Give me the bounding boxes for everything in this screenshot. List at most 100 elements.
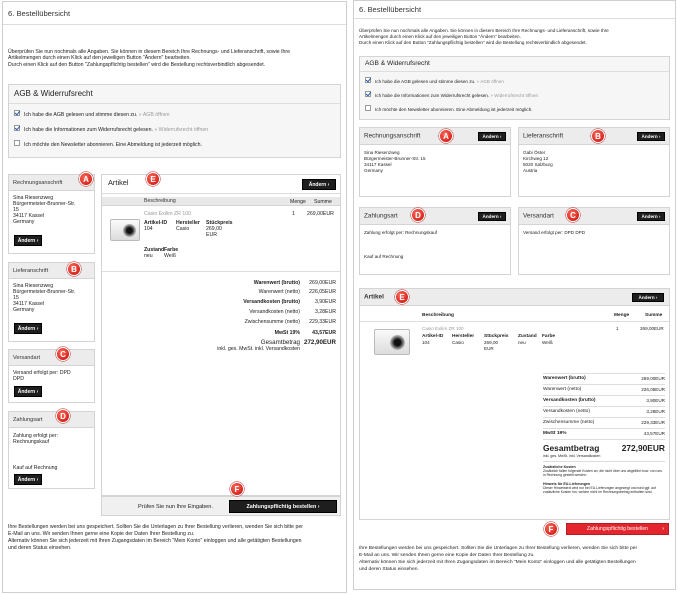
divider <box>102 271 340 272</box>
total-value: 43,57EUR <box>643 431 665 436</box>
address-line: Bürgermeister-Brunner-Str. <box>13 201 76 207</box>
agb-title: AGB & Widerrufsrecht <box>14 89 93 98</box>
grand-total-label: Gesamtbetrag <box>543 443 600 453</box>
total-value: 3,90EUR <box>314 299 336 305</box>
withdrawal-link[interactable]: » Widerrufsrecht öffnen <box>490 93 538 98</box>
agb-label: Ich habe die AGB gelesen und stimme dies… <box>24 112 170 118</box>
change-billing-button[interactable]: Ändern › <box>14 235 42 246</box>
agb-checkbox[interactable] <box>14 110 20 116</box>
shipping-method-text: Versand erfolgt per: DPD DPD <box>523 230 586 235</box>
col-sum: Summe <box>314 199 332 205</box>
total-value: 43,57EUR <box>312 330 336 336</box>
attr-value: 104 <box>144 226 153 232</box>
badge-c: C <box>566 208 580 222</box>
footer-line: Ihre Bestellungen werden bei uns gespeic… <box>359 546 638 551</box>
agb-checkbox[interactable] <box>365 77 371 83</box>
change-shipping-button[interactable]: Ändern › <box>14 323 42 334</box>
payment-text: Rechnungskauf <box>13 439 50 445</box>
divider <box>360 321 669 322</box>
total-value: 3,28EUR <box>646 409 665 414</box>
order-summary-panel-right: 6. Bestellübersicht Überprüfen Sie nun n… <box>353 0 676 590</box>
total-value: 229,33EUR <box>641 420 665 425</box>
badge-c: C <box>56 347 70 361</box>
page-title: 6. Bestellübersicht <box>359 5 422 14</box>
newsletter-label: Ich möchte den Newsletter abonnieren. Ei… <box>375 107 533 112</box>
payment-note: Kauf auf Rechnung <box>13 465 58 471</box>
change-shipping-button[interactable]: Ändern › <box>637 132 665 141</box>
article-sum: 269,00EUR <box>640 326 664 331</box>
divider <box>354 18 675 19</box>
change-shipping-method-button[interactable]: Ändern › <box>637 212 665 221</box>
address-line: Bürgermeister-Brunner-Str. <box>13 289 76 295</box>
change-payment-button[interactable]: Ändern › <box>14 474 42 485</box>
payment-method-box: Zahlungsart Zahlung erfolgt per: Rechnun… <box>8 411 95 489</box>
withdrawal-checkbox[interactable] <box>14 125 20 131</box>
footer-line: E-Mail an uns. Wir senden Ihnen gerne ei… <box>359 553 535 558</box>
attr-value: Weiß <box>542 340 553 345</box>
total-value: 229,33EUR <box>309 319 336 325</box>
total-value: 226,05EUR <box>309 289 336 295</box>
agb-label: Ich habe die AGB gelesen und stimme dies… <box>375 79 504 84</box>
total-value: 269,00EUR <box>309 280 336 286</box>
change-shipping-method-button[interactable]: Ändern › <box>14 386 42 397</box>
col-qty: Menge <box>290 199 306 205</box>
change-billing-button[interactable]: Ändern › <box>478 132 506 141</box>
badge-b: B <box>591 129 605 143</box>
grand-total-value: 272,90EUR <box>304 339 336 346</box>
agb-link[interactable]: » AGB öffnen <box>477 79 504 84</box>
total-label: Zwischensumme (netto) <box>543 420 595 425</box>
intro-line: Artikelmengen durch einen Klick auf den … <box>8 55 191 61</box>
place-order-button[interactable]: Zahlungspflichtig bestellen › <box>229 500 337 513</box>
grand-total-sub: inkl. ges. MwSt. inkl. Versandkosten <box>217 346 300 352</box>
withdrawal-link[interactable]: » Widerrufsrecht öffnen <box>154 127 208 133</box>
total-label: Versandkosten (netto) <box>543 409 590 414</box>
col-sum: Summe <box>645 313 663 318</box>
payment-header: Zahlungsart <box>9 412 94 428</box>
shipping-method-box: Versandart Versand erfolgt per: DPD DPD … <box>8 349 95 403</box>
shipping-header: Lieferanschrift <box>9 263 94 279</box>
shipping-method-box: Versandart Ändern › Versand erfolgt per:… <box>518 207 670 275</box>
withdrawal-label: Ich habe die Informationen zum Widerrufs… <box>375 93 539 98</box>
change-payment-button[interactable]: Ändern › <box>478 212 506 221</box>
attr-value: 269,00 EUR <box>206 226 222 239</box>
badge-b: B <box>67 262 81 276</box>
badge-f: F <box>230 482 244 496</box>
shipping-method-header: Versandart <box>9 350 94 366</box>
total-label: Zwischensumme (netto) <box>244 319 300 325</box>
badge-e: E <box>146 172 160 186</box>
agb-link[interactable]: » AGB öffnen <box>139 112 170 118</box>
shipping-address-box: Lieferanschrift Sina Riesenzweg Bürgerme… <box>8 262 95 342</box>
withdrawal-label: Ich habe die Informationen zum Widerrufs… <box>24 127 209 133</box>
withdrawal-checkbox[interactable] <box>365 91 371 97</box>
newsletter-checkbox[interactable] <box>365 105 371 111</box>
total-value: 3,90EUR <box>646 398 665 403</box>
footer-line: und deren Status einsehen. <box>8 545 72 551</box>
footer-line: Alternativ können Sie sich jederzeit mit… <box>359 560 636 565</box>
change-article-button[interactable]: Ändern › <box>302 179 336 190</box>
change-article-button[interactable]: Ändern › <box>632 293 664 302</box>
product-image <box>374 329 410 355</box>
total-value: 3,28EUR <box>314 309 336 315</box>
total-label: MwSt 19% <box>274 330 300 336</box>
attr-value: neu <box>518 340 526 345</box>
address-line: Germany <box>13 307 35 313</box>
col-qty: Menge <box>614 313 630 318</box>
newsletter-checkbox[interactable] <box>14 140 20 146</box>
total-value: 226,05EUR <box>641 387 665 392</box>
total-value: 269,00EUR <box>641 376 665 381</box>
total-label: Warenwert (netto) <box>543 387 582 392</box>
grand-total-value: 272,90EUR <box>621 443 665 453</box>
billing-address-box: Rechnungsanschrift Sina Riesenzweg Bürge… <box>8 174 95 254</box>
page-title: 6. Bestellübersicht <box>8 9 71 18</box>
attr-value: neu <box>144 253 153 259</box>
article-section: Artikel Ändern › Beschreibung Menge Summ… <box>101 174 341 496</box>
payment-note: Kauf auf Rechnung <box>364 254 404 259</box>
total-label: Versandkosten (brutto) <box>243 299 300 305</box>
col-desc: Beschreibung <box>422 313 454 318</box>
badge-f: F <box>544 522 558 536</box>
address-line: Germany <box>13 219 35 225</box>
payment-text: Zahlung erfolgt per: Rechnungskauf <box>364 230 438 235</box>
address-line: Austria <box>523 168 538 173</box>
place-order-button[interactable]: Zahlungspflichtig bestellen › <box>566 523 669 535</box>
total-label: MwSt 19% <box>543 431 567 436</box>
